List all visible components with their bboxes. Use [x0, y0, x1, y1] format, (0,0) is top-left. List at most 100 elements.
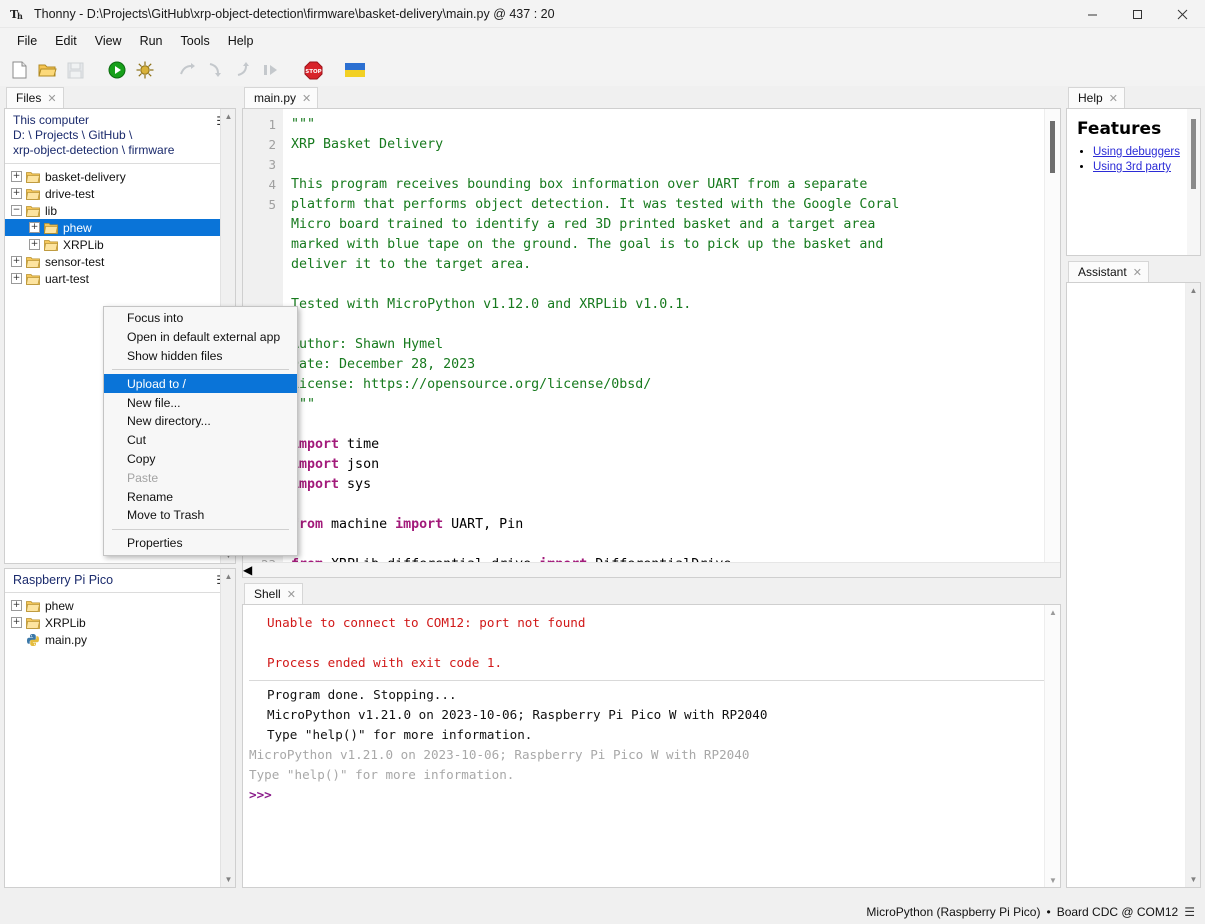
files-path-header: This computer D: \ Projects \ GitHub \ x… — [5, 109, 235, 164]
code-line: import time — [291, 435, 1044, 455]
collapse-icon[interactable]: − — [11, 205, 22, 216]
context-menu-item-move-to-trash[interactable]: Move to Trash — [104, 506, 297, 525]
close-icon[interactable]: ✕ — [1133, 266, 1142, 279]
tab-shell[interactable]: Shell ✕ — [244, 583, 303, 604]
context-menu-item-show-hidden-files[interactable]: Show hidden files — [104, 347, 297, 366]
open-file-icon[interactable] — [34, 57, 60, 83]
device-panel-title: Raspberry Pi Pico — [13, 573, 113, 587]
menu-help[interactable]: Help — [219, 31, 263, 51]
shell-output[interactable]: Unable to connect to COM12: port not fou… — [243, 605, 1044, 887]
tree-item-lib[interactable]: −lib — [5, 202, 235, 219]
context-menu-item-cut[interactable]: Cut — [104, 431, 297, 450]
new-file-icon[interactable] — [6, 57, 32, 83]
device-vertical-scrollbar[interactable]: ▲ ▼ — [220, 569, 235, 887]
tree-item-sensor-test[interactable]: +sensor-test — [5, 253, 235, 270]
context-menu-item-rename[interactable]: Rename — [104, 487, 297, 506]
menu-file[interactable]: File — [8, 31, 46, 51]
tree-item-phew[interactable]: +phew — [5, 597, 235, 614]
tree-item-label: uart-test — [45, 272, 89, 286]
code-line — [291, 495, 1044, 515]
scroll-up-icon[interactable]: ▲ — [221, 109, 236, 124]
files-tree[interactable]: +basket-delivery+drive-test−lib+phew+XRP… — [5, 164, 235, 287]
help-vertical-scrollbar[interactable] — [1187, 109, 1200, 255]
scroll-up-icon[interactable]: ▲ — [1045, 605, 1061, 619]
tab-main-py-label: main.py — [254, 91, 296, 105]
tree-item-uart-test[interactable]: + uart-test — [5, 270, 235, 287]
menu-view[interactable]: View — [86, 31, 131, 51]
expand-icon[interactable]: + — [11, 617, 22, 628]
scroll-right-icon[interactable]: ▶ — [243, 577, 1060, 578]
expand-icon[interactable]: + — [11, 171, 22, 182]
tree-item-phew[interactable]: + phew — [5, 219, 235, 236]
context-menu-item-upload-to[interactable]: Upload to / — [104, 374, 297, 393]
maximize-button[interactable] — [1115, 0, 1160, 28]
folder-icon — [26, 600, 40, 612]
run-icon[interactable] — [104, 57, 130, 83]
status-bar: MicroPython (Raspberry Pi Pico) • Board … — [0, 900, 1205, 924]
tree-item-label: phew — [63, 221, 92, 235]
editor-horizontal-scrollbar[interactable]: ◀ ▶ — [243, 562, 1060, 577]
help-link-using-3rd-party[interactable]: Using 3rd party — [1093, 161, 1171, 173]
assistant-vertical-scrollbar[interactable]: ▲ ▼ — [1185, 283, 1200, 887]
close-icon[interactable]: ✕ — [1109, 92, 1118, 105]
context-menu-item-focus-into[interactable]: Focus into — [104, 309, 297, 328]
tree-item-label: drive-test — [45, 187, 94, 201]
minimize-button[interactable] — [1070, 0, 1115, 28]
status-connection[interactable]: Board CDC @ COM12 — [1057, 905, 1179, 919]
status-interpreter[interactable]: MicroPython (Raspberry Pi Pico) — [866, 905, 1040, 919]
scroll-down-icon[interactable]: ▼ — [221, 872, 236, 887]
hamburger-icon[interactable]: ☰ — [1184, 905, 1195, 919]
file-context-menu[interactable]: Focus intoOpen in default external appSh… — [103, 306, 298, 556]
code-line: platform that performs object detection.… — [291, 195, 1044, 215]
stop-icon[interactable]: STOP — [300, 57, 326, 83]
menu-edit[interactable]: Edit — [46, 31, 86, 51]
editor-vertical-scrollbar[interactable] — [1044, 109, 1060, 562]
close-icon[interactable]: ✕ — [287, 588, 296, 601]
close-icon[interactable]: ✕ — [47, 92, 56, 105]
tab-files[interactable]: Files ✕ — [6, 87, 64, 108]
assistant-body[interactable]: ▲ ▼ — [1066, 282, 1201, 888]
shell-vertical-scrollbar[interactable]: ▲ ▼ — [1044, 605, 1060, 887]
scroll-down-icon[interactable]: ▼ — [1045, 873, 1061, 887]
close-icon[interactable]: ✕ — [302, 92, 311, 105]
code-line: Author: Shawn Hymel — [291, 335, 1044, 355]
expand-icon[interactable]: + — [29, 222, 40, 233]
expand-icon[interactable]: + — [11, 600, 22, 611]
expand-icon[interactable]: + — [11, 273, 22, 284]
expand-icon[interactable]: + — [29, 239, 40, 250]
tree-item-basket-delivery[interactable]: +basket-delivery — [5, 168, 235, 185]
device-tree[interactable]: +phew+XRPLibmain.py — [5, 593, 235, 648]
tab-main-py[interactable]: main.py ✕ — [244, 87, 318, 108]
menu-run[interactable]: Run — [131, 31, 172, 51]
expand-icon[interactable]: + — [11, 188, 22, 199]
tree-item-main-py[interactable]: main.py — [5, 631, 235, 648]
ukraine-flag-icon[interactable] — [342, 57, 368, 83]
context-menu-item-new-directory[interactable]: New directory... — [104, 412, 297, 431]
context-menu-item-new-file[interactable]: New file... — [104, 393, 297, 412]
tab-assistant[interactable]: Assistant ✕ — [1068, 261, 1149, 282]
tree-item-xrplib[interactable]: +XRPLib — [5, 614, 235, 631]
scroll-left-icon[interactable]: ◀ — [243, 563, 1060, 577]
folder-icon — [44, 239, 58, 251]
context-menu-item-properties[interactable]: Properties — [104, 534, 297, 553]
assistant-panel: Assistant ✕ ▲ ▼ — [1066, 260, 1201, 888]
context-menu-item-copy[interactable]: Copy — [104, 450, 297, 469]
folder-icon — [26, 256, 40, 268]
expand-icon[interactable]: + — [11, 256, 22, 267]
tree-item-drive-test[interactable]: + drive-test — [5, 185, 235, 202]
help-scroll-thumb[interactable] — [1191, 119, 1196, 189]
scroll-up-icon[interactable]: ▲ — [221, 569, 236, 584]
help-link-list: Using debuggers Using 3rd party — [1077, 145, 1183, 174]
menu-tools[interactable]: Tools — [172, 31, 219, 51]
code-text-area[interactable]: """XRP Basket DeliveryThis program recei… — [283, 109, 1044, 562]
help-link-using-debuggers[interactable]: Using debuggers — [1093, 146, 1180, 158]
scroll-down-icon[interactable]: ▼ — [1186, 872, 1201, 887]
close-button[interactable] — [1160, 0, 1205, 28]
debug-icon[interactable] — [132, 57, 158, 83]
tab-help[interactable]: Help ✕ — [1068, 87, 1125, 108]
scroll-up-icon[interactable]: ▲ — [1186, 283, 1201, 298]
tree-item-xrplib[interactable]: +XRPLib — [5, 236, 235, 253]
editor-scroll-thumb[interactable] — [1050, 121, 1055, 173]
shell-prompt[interactable]: >>> — [249, 785, 1044, 805]
context-menu-item-open-in-default-external-app[interactable]: Open in default external app — [104, 328, 297, 347]
